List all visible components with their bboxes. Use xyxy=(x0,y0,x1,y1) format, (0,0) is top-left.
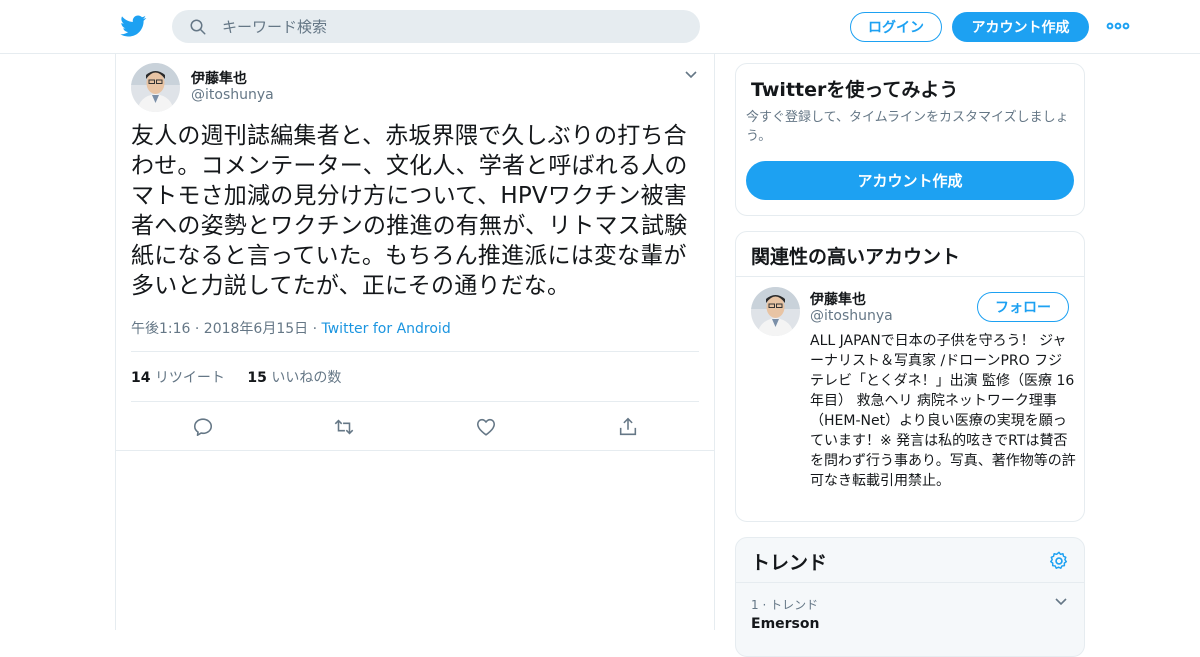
divider xyxy=(736,582,1084,583)
divider xyxy=(131,401,699,402)
tweet-detail: 伊藤隼也 @itoshunya 友人の週刊誌編集者と、赤坂界隈で久しぶりの打ち合… xyxy=(116,54,714,451)
related-account-bio: ALL JAPANで日本の子供を守ろう！ ジャーナリスト＆写真家 /ドローンPR… xyxy=(810,333,1076,489)
divider xyxy=(736,276,1084,277)
tweet-metadata: 午後1:16 · 2018年6月15日 · Twitter for Androi… xyxy=(131,318,451,338)
author-handle[interactable]: @itoshunya xyxy=(191,87,274,103)
retweet-stat[interactable]: 14 リツイート xyxy=(131,370,225,386)
related-account-handle[interactable]: @itoshunya xyxy=(810,308,893,324)
reply-icon[interactable] xyxy=(192,416,214,438)
login-button[interactable]: ログイン xyxy=(850,12,942,42)
trend-rank: 1 · トレンド xyxy=(751,598,819,612)
related-accounts-card: 関連性の高いアカウント 伊藤隼也 @itoshunya フォロー ALL JAP… xyxy=(735,231,1085,522)
follow-button[interactable]: フォロー xyxy=(977,292,1069,322)
avatar[interactable] xyxy=(751,287,800,336)
like-stat[interactable]: 15 いいねの数 xyxy=(247,370,341,386)
chevron-down-icon[interactable] xyxy=(684,70,698,80)
twitter-bird-icon[interactable] xyxy=(120,13,147,39)
gear-icon[interactable] xyxy=(1048,550,1070,572)
tweet-text: 友人の週刊誌編集者と、赤坂界隈で久しぶりの打ち合わせ。コメンテーター、文化人、学… xyxy=(131,123,688,299)
like-label: いいねの数 xyxy=(271,370,342,386)
top-navigation-bar: ログイン アカウント作成 xyxy=(0,0,1200,54)
like-count: 15 xyxy=(247,370,267,386)
author-name[interactable]: 伊藤隼也 xyxy=(191,68,247,88)
tweet-timestamp[interactable]: 午後1:16 · 2018年6月15日 · xyxy=(131,321,322,337)
signup-button[interactable]: アカウント作成 xyxy=(952,12,1089,42)
avatar-image xyxy=(751,287,800,336)
related-accounts-title: 関連性の高いアカウント xyxy=(751,246,961,268)
tweet-stats: 14 リツイート 15 いいねの数 xyxy=(131,367,359,387)
retweet-icon[interactable] xyxy=(333,416,355,438)
search-bar xyxy=(172,10,700,43)
chevron-down-icon[interactable] xyxy=(1054,597,1068,607)
signup-card: Twitterを使ってみよう 今すぐ登録して、タイムラインをカスタマイズしましょ… xyxy=(735,63,1085,216)
trends-title: トレンド xyxy=(751,552,828,574)
related-account-name[interactable]: 伊藤隼也 xyxy=(810,289,866,309)
share-icon[interactable] xyxy=(617,416,639,438)
more-options-icon[interactable] xyxy=(1106,21,1130,31)
avatar-image xyxy=(131,63,180,112)
main-column: 伊藤隼也 @itoshunya 友人の週刊誌編集者と、赤坂界隈で久しぶりの打ち合… xyxy=(115,54,715,630)
search-icon xyxy=(190,19,206,35)
avatar[interactable] xyxy=(131,63,180,112)
like-heart-icon[interactable] xyxy=(475,416,497,438)
signup-card-subtitle: 今すぐ登録して、タイムラインをカスタマイズしましょう。 xyxy=(746,110,1069,144)
retweet-count: 14 xyxy=(131,370,151,386)
sidebar-signup-button[interactable]: アカウント作成 xyxy=(746,161,1074,200)
tweet-source-link[interactable]: Twitter for Android xyxy=(322,321,451,337)
signup-card-title: Twitterを使ってみよう xyxy=(751,79,959,101)
retweet-label: リツイート xyxy=(154,370,225,386)
trends-card: トレンド 1 · トレンド Emerson xyxy=(735,537,1085,657)
search-input[interactable] xyxy=(222,10,682,43)
divider xyxy=(131,351,699,352)
